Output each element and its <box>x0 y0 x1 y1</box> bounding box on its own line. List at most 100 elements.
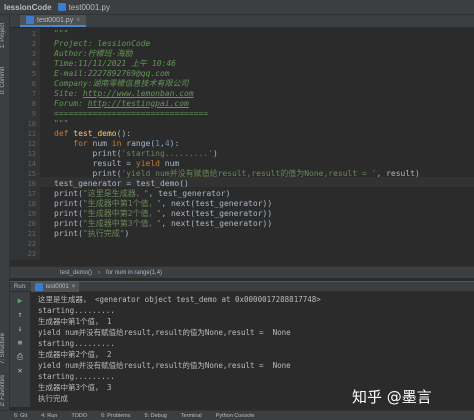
code-token: for <box>54 139 93 148</box>
code-token: print( <box>54 229 83 238</box>
tool-window-button[interactable]: 5: Debug <box>145 413 167 419</box>
code-token: ) <box>124 229 130 238</box>
code-token: num <box>92 139 112 148</box>
sidebar-tab-structure[interactable]: 7: Structure <box>0 333 9 364</box>
code-token: "生成器中第1个值，" <box>82 199 162 208</box>
tool-window-button[interactable]: Python Console <box>216 413 255 419</box>
code-editor[interactable]: """ Project: lessionCode Author:柠檬班-海励 Time… <box>40 28 474 260</box>
code-token: print( <box>54 149 122 158</box>
close-icon[interactable]: × <box>76 17 80 24</box>
editor-tab-bar: test0001.py × <box>10 15 474 27</box>
code-token: Site: <box>54 89 83 98</box>
line-number: 2 <box>31 40 36 48</box>
line-number: 5 <box>31 70 36 78</box>
code-token: Forum: <box>54 99 88 108</box>
code-line: Project: lessionCode <box>54 39 150 49</box>
rerun-icon[interactable]: ▶ <box>15 296 25 306</box>
editor-tab-test0001[interactable]: test0001.py × <box>20 15 87 27</box>
line-number: 3 <box>31 50 36 58</box>
code-line: for num in range(1,4): <box>54 139 179 149</box>
soft-wrap-icon[interactable]: ≡ <box>15 338 25 348</box>
code-token: """ <box>54 119 69 128</box>
line-number: 17 <box>27 190 36 198</box>
sidebar-tab-favorites[interactable]: 2: Favorites <box>0 375 9 406</box>
breadcrumb-item-function[interactable]: test_demo() <box>60 270 92 276</box>
tool-window-button[interactable]: 6: Git <box>14 413 27 419</box>
breadcrumb-file-label: test0001.py <box>68 2 110 12</box>
console-line: starting......... <box>38 372 115 381</box>
run-panel-header: Run: test0001 × <box>10 281 474 292</box>
line-number: 10 <box>27 120 36 128</box>
code-line: print("生成器中第1个值，", next(test_generator)) <box>54 199 272 209</box>
console-line: 生成器中第3个值， 3 <box>38 383 112 392</box>
code-line: Site: http://www.lemonban.com <box>54 89 194 99</box>
trash-icon[interactable]: ✕ <box>15 366 25 376</box>
code-breadcrumb: test_demo() › for num in range(1,4) <box>10 266 474 278</box>
tool-window-bar: 6: Git 4: Run TODO 6: Problems 5: Debug Termi… <box>0 410 474 420</box>
code-token: print( <box>54 209 83 218</box>
code-token: test_demo <box>73 129 117 138</box>
code-token: http://www.lemonban.com <box>82 89 194 98</box>
line-number: 1 <box>31 30 36 38</box>
code-token: in <box>111 139 127 148</box>
code-token: Author:柠檬班-海励 <box>54 49 133 58</box>
line-number: 15 <box>27 170 36 178</box>
console-line: yield num并没有赋值给result,result的值为None,resu… <box>38 328 291 337</box>
code-token: , next(test_generator)) <box>161 199 273 208</box>
console-line: starting......... <box>38 339 115 348</box>
project-name[interactable]: lessionCode <box>0 3 58 12</box>
code-token: print( <box>54 189 83 198</box>
code-line: print("生成器中第2个值，", next(test_generator)) <box>54 209 272 219</box>
code-token: num <box>164 159 180 168</box>
breadcrumb-file[interactable]: test0001.py <box>57 2 110 12</box>
line-number: 9 <box>31 110 36 118</box>
code-line: print("这里是生成器，", test_generator) <box>54 189 230 199</box>
left-tool-strip: 1: Project 0: Commit 7: Structure 2: Fav… <box>0 15 10 410</box>
code-token: "生成器中第2个值，" <box>82 209 162 218</box>
tool-window-button[interactable]: TODO <box>71 413 87 419</box>
code-token: def <box>54 129 74 138</box>
python-file-icon <box>57 3 66 11</box>
code-line: def test_demo(): <box>54 129 131 139</box>
line-number: 13 <box>27 150 36 158</box>
code-token: range( <box>126 139 156 148</box>
line-number: 14 <box>27 160 36 168</box>
code-line: """ <box>54 29 68 39</box>
run-tab-test0001[interactable]: test0001 × <box>30 281 80 292</box>
code-line: Forum: http://testingpai.com <box>54 99 189 109</box>
tool-window-button[interactable]: 6: Problems <box>101 413 130 419</box>
code-token: , test_generator) <box>148 189 231 198</box>
line-number-gutter: 1 2 3 4 5 6 7 8 9 10 11 12 13 14 15 16 17 18 19 20 21 22 23 <box>10 28 40 260</box>
code-token: "执行完成" <box>82 229 125 238</box>
line-number: 23 <box>27 250 36 258</box>
line-number: 16 <box>27 180 36 188</box>
line-number: 19 <box>27 210 36 218</box>
code-token: "这里是生成器，" <box>82 189 149 198</box>
breadcrumb-item-loop[interactable]: for num in range(1,4) <box>106 270 162 276</box>
code-line: ================================ <box>54 109 208 119</box>
code-line: test_generator = test_demo() <box>54 179 189 189</box>
print-icon[interactable]: ⎙ <box>15 352 25 362</box>
tool-window-button[interactable]: 4: Run <box>41 413 57 419</box>
line-number: 18 <box>27 200 36 208</box>
code-token: print( <box>54 219 83 228</box>
run-label: Run: <box>14 283 27 290</box>
code-line: E-mail:2227892769@qq.com <box>54 69 170 79</box>
console-line: starting......... <box>38 306 115 315</box>
sidebar-tab-project[interactable]: 1: Project <box>0 23 9 48</box>
code-token: E-mail:2227892769@qq.com <box>54 69 170 78</box>
console-line: yield num并没有赋值给result,result的值为None,resu… <box>38 361 291 370</box>
code-token: ) <box>212 149 218 158</box>
code-line: print('starting.........') <box>54 149 218 159</box>
tool-window-button[interactable]: Terminal <box>181 413 202 419</box>
scroll-down-icon[interactable]: ↓ <box>15 324 25 334</box>
code-token: (): <box>116 129 132 138</box>
code-token: Project: lessionCode <box>54 39 151 48</box>
sidebar-tab-commit[interactable]: 0: Commit <box>0 67 9 94</box>
close-icon[interactable]: × <box>72 284 76 290</box>
scroll-up-icon[interactable]: ↑ <box>15 310 25 320</box>
code-line: print("生成器中第3个值，", next(test_generator)) <box>54 219 272 229</box>
code-line: result = yield num <box>54 159 180 169</box>
code-token: ): <box>169 139 180 148</box>
console-line: 生成器中第1个值， 1 <box>38 317 112 326</box>
